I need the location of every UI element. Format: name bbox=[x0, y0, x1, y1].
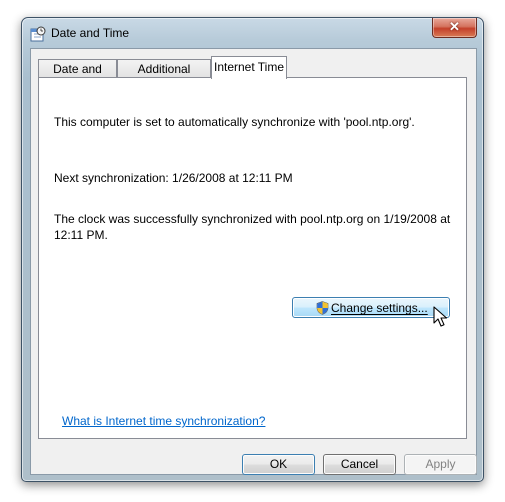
apply-button[interactable]: Apply bbox=[404, 454, 477, 475]
internet-time-help-link[interactable]: What is Internet time synchronization? bbox=[62, 414, 265, 428]
dialog-client-area: Date and Time Additional Clocks Internet… bbox=[30, 48, 477, 475]
tab-internet-time[interactable]: Internet Time bbox=[211, 56, 287, 79]
title-bar[interactable]: Date and Time ✕ bbox=[22, 18, 483, 48]
last-sync-text-line2: 12:11 PM. bbox=[54, 228, 108, 242]
uac-shield-icon bbox=[316, 301, 329, 315]
sync-info-text: This computer is set to automatically sy… bbox=[54, 115, 415, 129]
tab-date-and-time[interactable]: Date and Time bbox=[38, 59, 117, 94]
close-button[interactable]: ✕ bbox=[432, 18, 477, 38]
change-settings-button[interactable]: Change settings... bbox=[292, 297, 450, 318]
tab-additional-clocks[interactable]: Additional Clocks bbox=[117, 59, 211, 94]
clock-calendar-icon bbox=[30, 26, 46, 42]
next-sync-text: Next synchronization: 1/26/2008 at 12:11… bbox=[54, 171, 293, 185]
last-sync-text-line1: The clock was successfully synchronized … bbox=[54, 212, 451, 226]
date-and-time-window: Date and Time ✕ Date and Time Additional… bbox=[21, 17, 484, 482]
internet-time-panel: This computer is set to automatically sy… bbox=[38, 77, 467, 439]
change-settings-label: Change settings... bbox=[331, 301, 428, 315]
cancel-button[interactable]: Cancel bbox=[323, 454, 396, 475]
close-icon: ✕ bbox=[449, 19, 460, 34]
mouse-pointer-icon bbox=[433, 306, 448, 327]
window-title: Date and Time bbox=[51, 26, 130, 40]
ok-button[interactable]: OK bbox=[242, 454, 315, 475]
